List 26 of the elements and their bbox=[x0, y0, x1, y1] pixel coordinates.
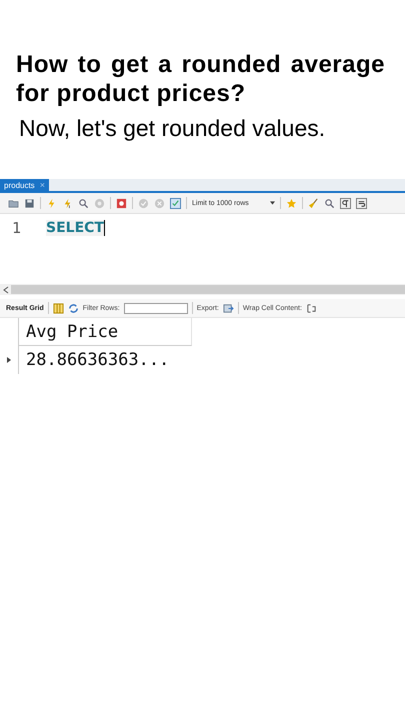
question-heading: How to get a rounded average for product prices? bbox=[16, 50, 385, 108]
broom-icon[interactable] bbox=[308, 198, 319, 208]
export-icon[interactable] bbox=[222, 302, 234, 314]
wrap-toggle-icon[interactable] bbox=[306, 302, 317, 314]
folder-icon[interactable] bbox=[8, 198, 19, 208]
check-circle-icon[interactable] bbox=[138, 198, 149, 208]
search-icon[interactable] bbox=[324, 198, 335, 208]
tab-label: products bbox=[4, 180, 35, 190]
wrap-icon[interactable] bbox=[356, 198, 367, 208]
scroll-left-icon[interactable] bbox=[3, 286, 9, 294]
subtitle-text: Now, let's get rounded values. bbox=[19, 114, 326, 143]
paragraph-icon[interactable] bbox=[340, 198, 351, 208]
editor-tab[interactable]: products × bbox=[0, 179, 49, 191]
refresh-icon[interactable] bbox=[68, 302, 79, 314]
table-cell-text: 28.86636363... bbox=[25, 349, 170, 372]
autocommit-icon[interactable] bbox=[170, 198, 181, 208]
magnifier-icon[interactable] bbox=[78, 198, 89, 208]
grid-icon[interactable] bbox=[52, 302, 64, 314]
line-number: 1 bbox=[11, 219, 22, 237]
column-header[interactable]: Avg Price bbox=[19, 318, 192, 346]
caret-icon[interactable] bbox=[270, 201, 275, 205]
filter-field[interactable] bbox=[124, 302, 188, 314]
horizontal-scrollbar[interactable] bbox=[0, 284, 405, 295]
star-icon[interactable] bbox=[286, 198, 297, 208]
code-editor[interactable]: 1 SELECT bbox=[0, 214, 405, 284]
save-icon[interactable] bbox=[24, 198, 35, 208]
